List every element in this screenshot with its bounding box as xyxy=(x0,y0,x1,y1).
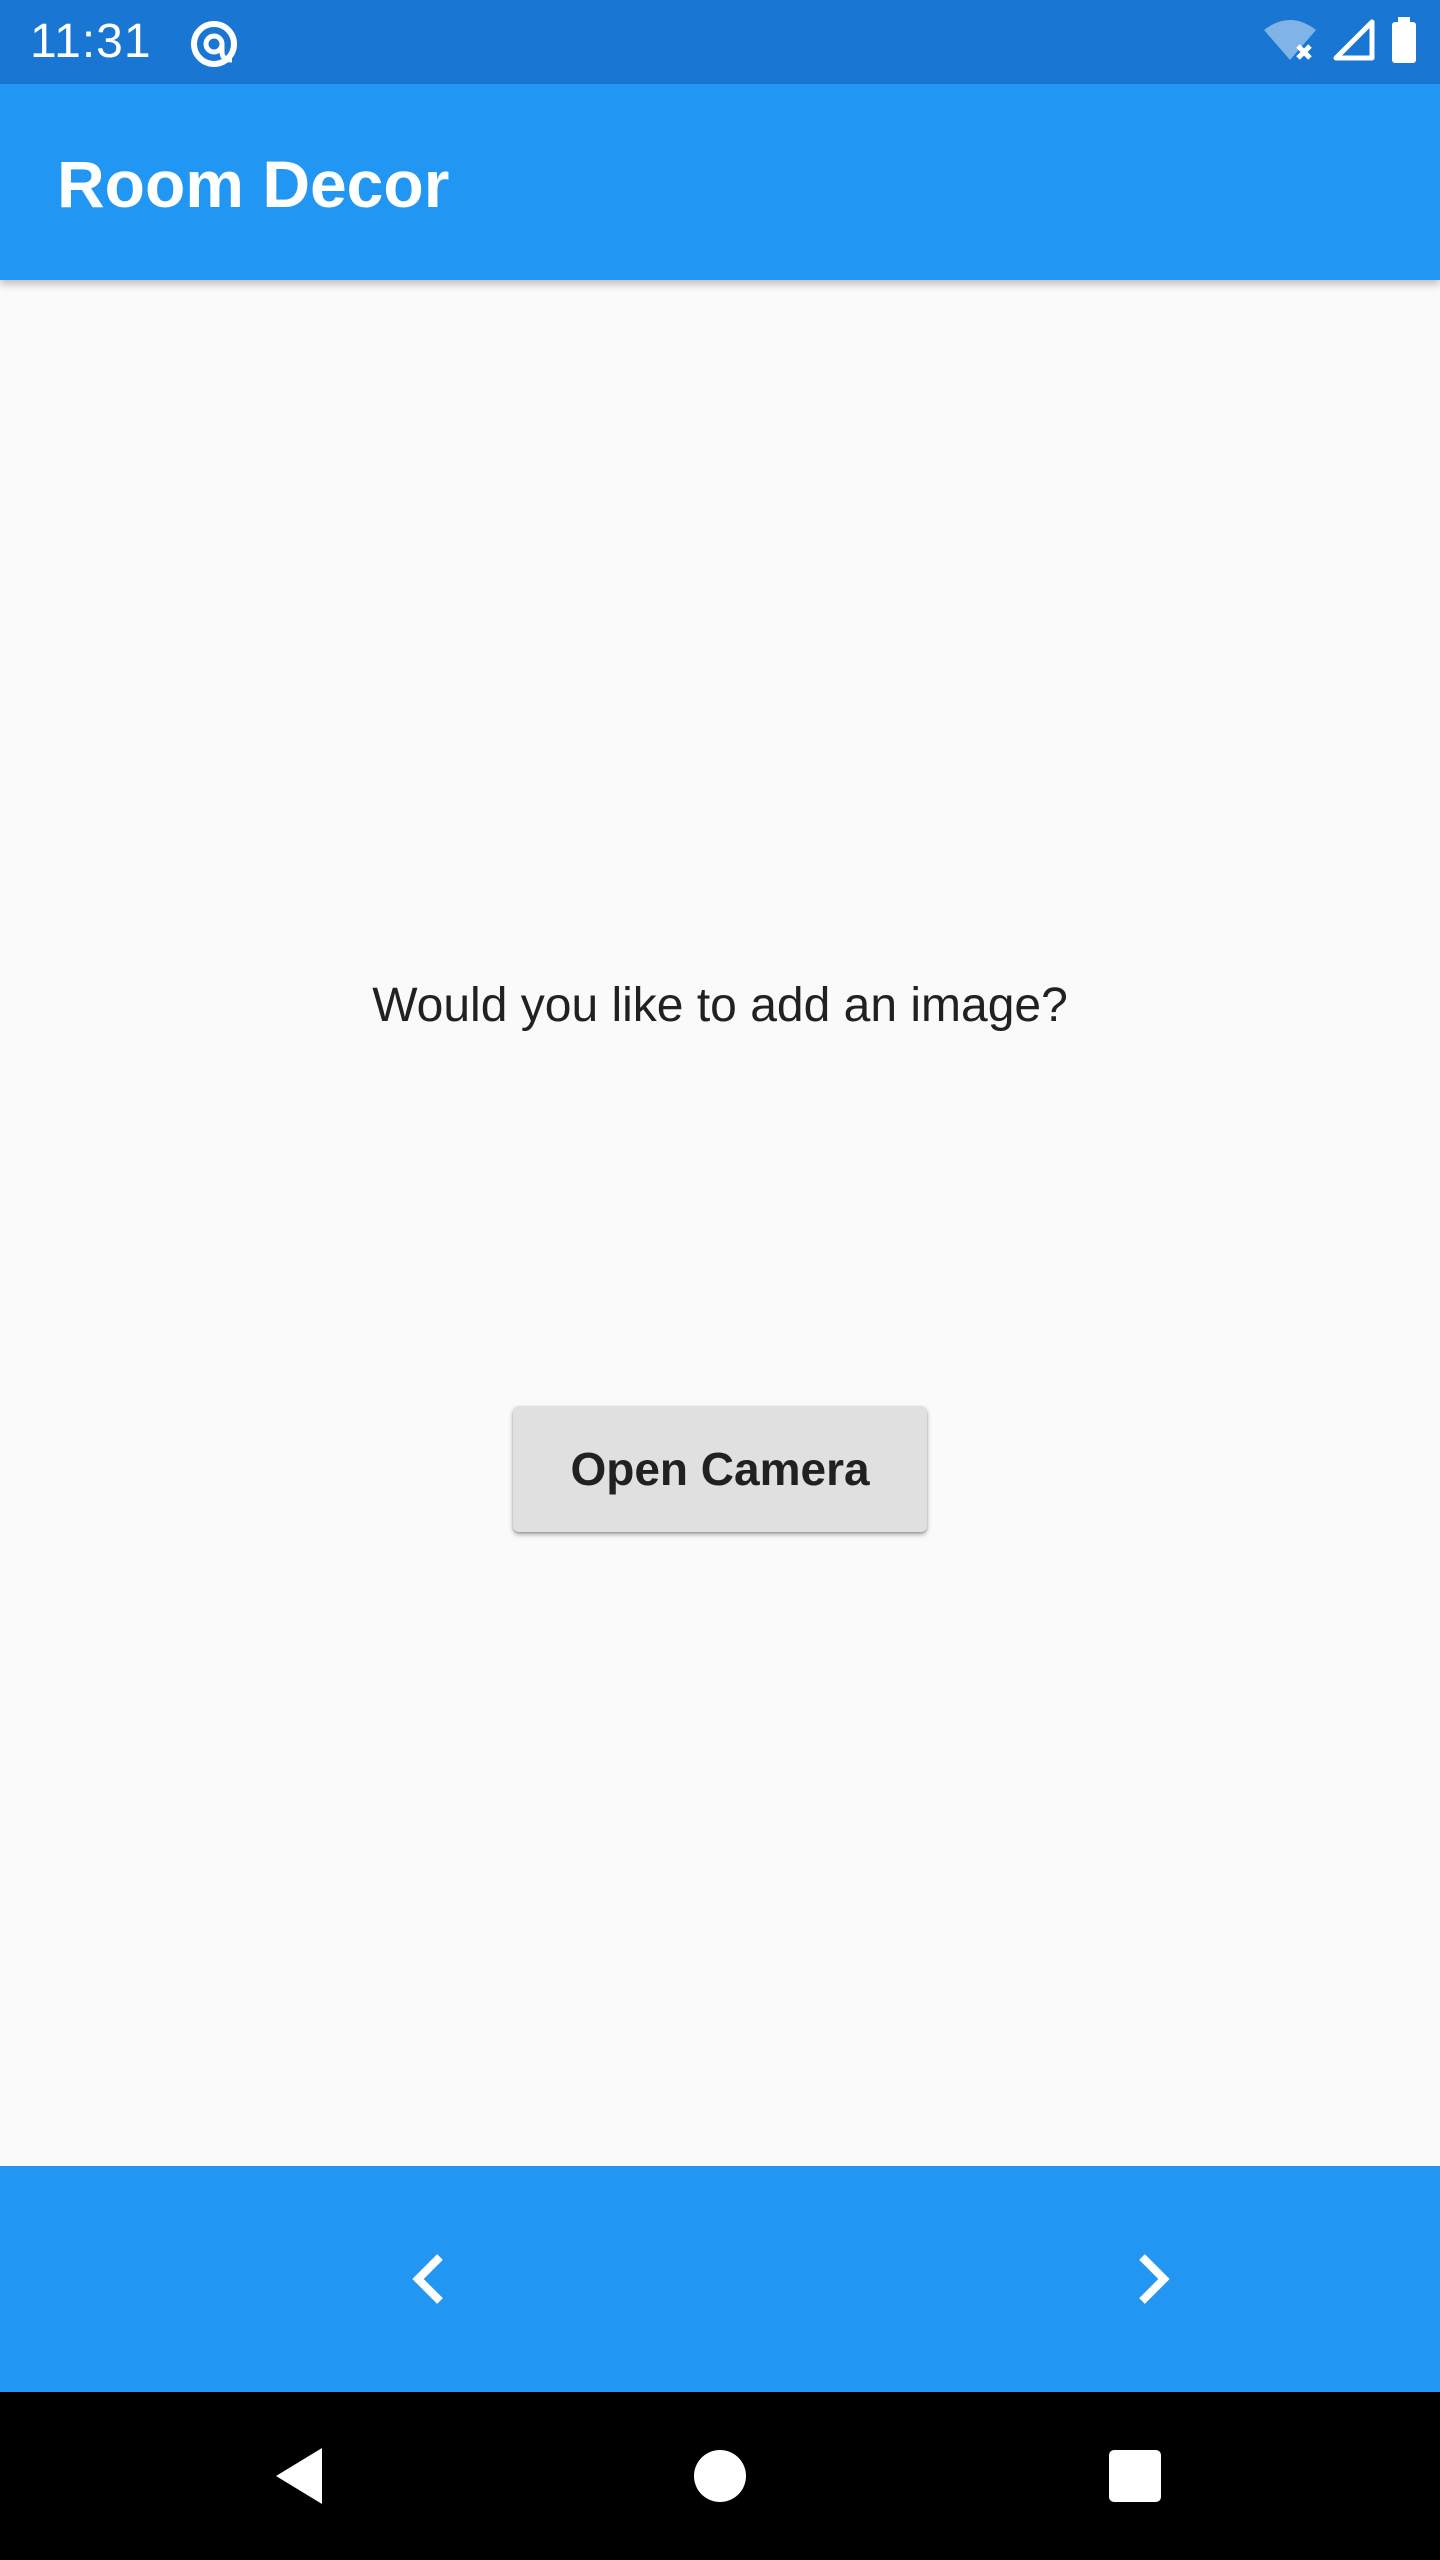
system-recents-button[interactable] xyxy=(1075,2416,1195,2536)
system-home-button[interactable] xyxy=(660,2416,780,2536)
previous-button[interactable] xyxy=(380,2229,480,2329)
home-circle-icon xyxy=(694,2450,746,2502)
at-sign-icon xyxy=(188,18,240,70)
bottom-bar xyxy=(0,2166,1440,2392)
system-nav-bar xyxy=(0,2392,1440,2560)
status-bar: 11:31 xyxy=(0,0,1440,84)
wifi-off-icon xyxy=(1262,18,1318,67)
back-triangle-icon xyxy=(276,2448,322,2504)
main-content: Would you like to add an image? Open Cam… xyxy=(0,280,1440,2166)
recents-square-icon xyxy=(1109,2450,1161,2502)
status-icons xyxy=(1262,16,1418,68)
next-button[interactable] xyxy=(1102,2229,1202,2329)
cell-signal-icon xyxy=(1332,18,1376,67)
chevron-right-icon xyxy=(1139,2254,1170,2304)
open-camera-button[interactable]: Open Camera xyxy=(513,1406,927,1532)
battery-full-icon xyxy=(1390,16,1418,68)
status-time: 11:31 xyxy=(30,15,152,68)
chevron-left-icon xyxy=(412,2254,443,2304)
app-bar: Room Decor xyxy=(0,84,1440,280)
add-image-prompt: Would you like to add an image? xyxy=(372,979,1068,1032)
system-back-button[interactable] xyxy=(240,2416,360,2536)
app-title: Room Decor xyxy=(57,147,450,221)
